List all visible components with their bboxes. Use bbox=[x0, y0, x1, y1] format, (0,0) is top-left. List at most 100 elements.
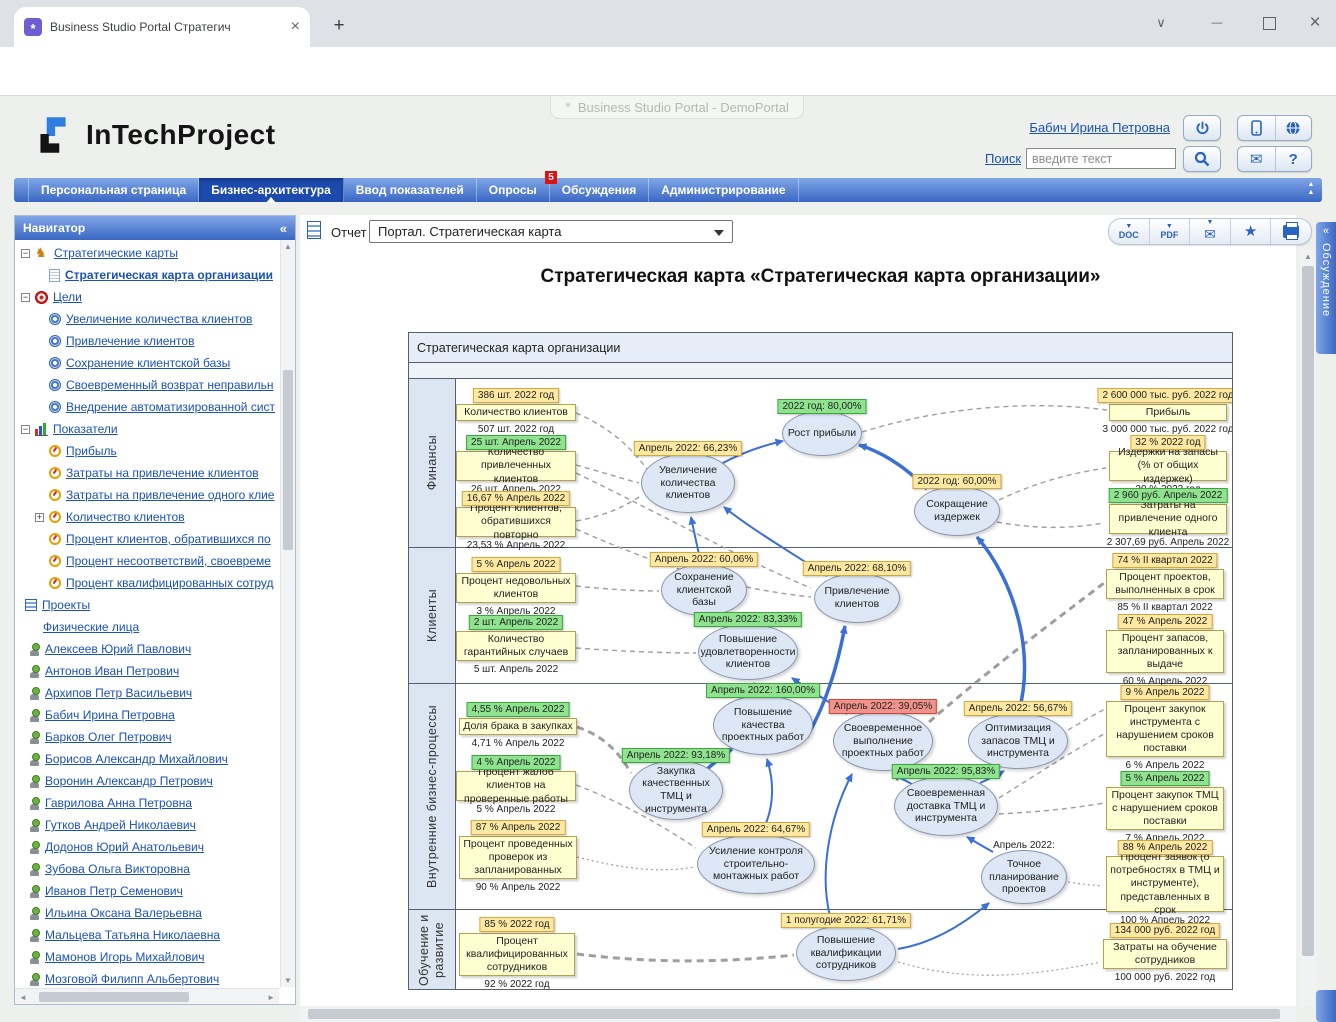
sidebar-item-22[interactable]: Барков Олег Петрович bbox=[17, 726, 279, 748]
scroll-down-icon[interactable] bbox=[284, 976, 292, 985]
tree-expander-icon[interactable]: − bbox=[21, 425, 30, 434]
kpi-box[interactable]: Процент клиентов, обратившихся повторно bbox=[456, 507, 576, 537]
sidebar-item-27[interactable]: Додонов Юрий Анатольевич bbox=[17, 836, 279, 858]
sidebar-item-33[interactable]: Мозговой Филипп Альбертович bbox=[17, 968, 279, 987]
kpi-box[interactable]: Процент недовольных клиентов bbox=[456, 573, 576, 603]
portal-tab-1[interactable]: Бизнес-архитектура bbox=[199, 178, 344, 202]
sidebar-vertical-scrollbar[interactable] bbox=[280, 240, 295, 987]
goal-ellipse[interactable]: Привлечение клиентов bbox=[814, 573, 900, 623]
portal-tab-0[interactable]: Персональная страница bbox=[28, 178, 199, 202]
sidebar-item-3[interactable]: Увеличение количества клиентов bbox=[17, 308, 279, 330]
sidebar-item-12[interactable]: +Количество клиентов bbox=[17, 506, 279, 528]
sidebar-hscroll-thumb[interactable] bbox=[39, 992, 189, 1002]
sidebar-item-16[interactable]: Проекты bbox=[17, 594, 279, 616]
tab-search-chevron-icon[interactable] bbox=[1146, 10, 1176, 36]
tree-expander-icon[interactable]: − bbox=[21, 249, 30, 258]
goal-ellipse[interactable]: Своевременное выполнение проектных работ bbox=[833, 711, 933, 771]
goal-ellipse[interactable]: Увеличение количества клиентов bbox=[641, 453, 735, 513]
sidebar-item-1[interactable]: Стратегическая карта организации bbox=[17, 264, 279, 286]
goal-ellipse[interactable]: Точное планирование проектов bbox=[981, 850, 1067, 904]
sidebar-item-11[interactable]: Затраты на привлечение одного клие bbox=[17, 484, 279, 506]
goal-ellipse[interactable]: Своевременная доставка ТМЦ и инструмента bbox=[894, 776, 998, 836]
scroll-right-icon[interactable] bbox=[267, 993, 275, 1002]
new-tab-button[interactable] bbox=[326, 13, 352, 39]
search-input[interactable] bbox=[1026, 148, 1176, 169]
export-pdf-button[interactable]: PDF bbox=[1149, 219, 1190, 244]
goal-ellipse[interactable]: Оптимизация запасов ТМЦ и инструмента bbox=[968, 713, 1068, 769]
portal-tab-3[interactable]: Опросы5 bbox=[477, 178, 550, 202]
sidebar-item-23[interactable]: Борисов Александр Михайлович bbox=[17, 748, 279, 770]
scroll-up-icon[interactable]: ▲ bbox=[1304, 252, 1312, 261]
kpi-box[interactable]: Затраты на привлечение одного клиента bbox=[1109, 504, 1227, 534]
sidebar-item-26[interactable]: Гутков Андрей Николаевич bbox=[17, 814, 279, 836]
favorite-report-button[interactable] bbox=[1230, 219, 1271, 244]
sidebar-item-28[interactable]: Зубова Ольга Викторовна bbox=[17, 858, 279, 880]
kpi-box[interactable]: Процент квалифицированных сотрудников bbox=[459, 933, 575, 976]
kpi-box[interactable]: Процент запасов, запланированных к выдач… bbox=[1106, 630, 1224, 673]
sidebar-item-2[interactable]: −Цели bbox=[17, 286, 279, 308]
kpi-box[interactable]: Доля брака в закупках bbox=[459, 718, 577, 735]
mobile-version-button[interactable] bbox=[1238, 116, 1275, 140]
report-select[interactable]: Портал. Стратегическая карта bbox=[369, 220, 733, 243]
goal-ellipse[interactable]: Усиление контроля строительно-монтажных … bbox=[697, 834, 815, 894]
kpi-box[interactable]: Количество привлеченных клиентов bbox=[456, 451, 576, 481]
kpi-box[interactable]: Прибыль bbox=[1109, 404, 1227, 421]
portal-tab-5[interactable]: Администрирование bbox=[649, 178, 798, 202]
goal-ellipse[interactable]: Закупка качественных ТМЦ и инструмента bbox=[629, 760, 723, 820]
logout-button[interactable] bbox=[1183, 115, 1221, 141]
send-report-button[interactable] bbox=[1189, 219, 1230, 244]
kpi-box[interactable]: Процент закупок ТМЦ с нарушением сроков … bbox=[1106, 787, 1224, 830]
help-button[interactable] bbox=[1275, 147, 1312, 171]
sidebar-item-9[interactable]: Прибыль bbox=[17, 440, 279, 462]
portal-tab-4[interactable]: Обсуждения bbox=[550, 178, 650, 202]
kpi-box[interactable]: Процент жалоб клиентов на проверенные ра… bbox=[456, 771, 576, 801]
goal-ellipse[interactable]: Повышение квалификации сотрудников bbox=[796, 925, 896, 981]
sidebar-item-25[interactable]: Гаврилова Анна Петровна bbox=[17, 792, 279, 814]
nav-collapse-icon[interactable] bbox=[1296, 181, 1326, 197]
scroll-left-icon[interactable] bbox=[19, 993, 27, 1002]
sidebar-item-13[interactable]: Процент клиентов, обратившихся по bbox=[17, 528, 279, 550]
kpi-box[interactable]: Количество гарантийных случаев bbox=[456, 631, 576, 661]
sidebar-horizontal-scrollbar[interactable] bbox=[15, 988, 279, 1004]
messages-button[interactable] bbox=[1238, 147, 1275, 171]
sidebar-item-0[interactable]: −Стратегические карты bbox=[17, 242, 279, 264]
kpi-box[interactable]: Количество клиентов bbox=[456, 404, 576, 421]
tree-expander-icon[interactable]: + bbox=[35, 513, 44, 522]
kpi-box[interactable]: Процент проектов, выполненных в срок bbox=[1106, 569, 1224, 599]
portal-tab-2[interactable]: Ввод показателей bbox=[344, 178, 477, 202]
sidebar-item-30[interactable]: Ильина Оксана Валерьевна bbox=[17, 902, 279, 924]
content-horizontal-scrollbar[interactable] bbox=[300, 1006, 1296, 1022]
sidebar-item-17[interactable]: Физические лица bbox=[17, 616, 279, 638]
search-button[interactable] bbox=[1183, 146, 1221, 172]
kpi-box[interactable]: Процент проведенных проверок из запланир… bbox=[459, 836, 577, 879]
sidebar-item-32[interactable]: Мамонов Игорь Михайлович bbox=[17, 946, 279, 968]
sidebar-item-5[interactable]: Сохранение клиентской базы bbox=[17, 352, 279, 374]
tree-expander-icon[interactable]: − bbox=[21, 293, 30, 302]
print-button[interactable] bbox=[1270, 219, 1311, 244]
company-logo[interactable]: InTechProject bbox=[30, 112, 276, 158]
sidebar-item-6[interactable]: Своевременный возврат неправильн bbox=[17, 374, 279, 396]
sidebar-item-31[interactable]: Мальцева Татьяна Николаевна bbox=[17, 924, 279, 946]
tab-close-icon[interactable] bbox=[291, 18, 300, 36]
sidebar-item-29[interactable]: Иванов Петр Семенович bbox=[17, 880, 279, 902]
sidebar-item-19[interactable]: Антонов Иван Петрович bbox=[17, 660, 279, 682]
kpi-box[interactable]: Процент заявок (о потребностях в ТМЦ и и… bbox=[1106, 856, 1224, 912]
scroll-up-icon[interactable] bbox=[284, 242, 292, 251]
content-hscroll-thumb[interactable] bbox=[308, 1009, 1280, 1019]
sidebar-item-10[interactable]: Затраты на привлечение клиентов bbox=[17, 462, 279, 484]
goal-ellipse[interactable]: Сокращение издержек bbox=[914, 486, 1000, 536]
goal-ellipse[interactable]: Повышение качества проектных работ bbox=[713, 695, 813, 755]
kpi-box[interactable]: Затраты на обучение сотрудников bbox=[1103, 939, 1227, 969]
window-minimize-button[interactable] bbox=[1202, 10, 1232, 36]
current-user-link[interactable]: Бабич Ирина Петровна bbox=[1029, 120, 1170, 135]
sidebar-item-24[interactable]: Воронин Александр Петрович bbox=[17, 770, 279, 792]
content-vertical-scrollbar[interactable]: ▲ bbox=[1300, 250, 1316, 1006]
browser-tab[interactable]: Business Studio Portal Стратегич bbox=[14, 7, 310, 47]
sidebar-item-7[interactable]: Внедрение автоматизированной сист bbox=[17, 396, 279, 418]
sidebar-item-21[interactable]: Бабич Ирина Петровна bbox=[17, 704, 279, 726]
language-button[interactable] bbox=[1275, 116, 1312, 140]
export-doc-button[interactable]: DOC bbox=[1109, 219, 1149, 244]
kpi-box[interactable]: Издержки на запасы (% от общих издержек) bbox=[1109, 451, 1227, 481]
sidebar-item-14[interactable]: Процент несоответствий, своевреме bbox=[17, 550, 279, 572]
goal-ellipse[interactable]: Рост прибыли bbox=[782, 411, 862, 456]
